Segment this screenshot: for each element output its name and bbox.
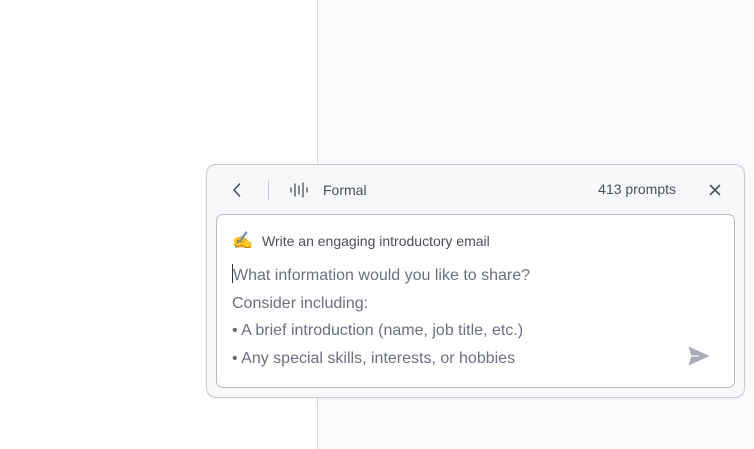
tone-label: Formal <box>323 182 367 198</box>
writing-hand-icon: ✍️ <box>232 231 254 250</box>
send-button[interactable] <box>686 343 712 369</box>
header-separator <box>268 180 269 200</box>
prompt-input-box[interactable]: ✍️ Write an engaging introductory email … <box>216 214 735 388</box>
sound-wave-icon <box>289 182 309 198</box>
panel-header: Formal 413 prompts <box>207 165 744 215</box>
prompt-title-text: Write an engaging introductory email <box>262 233 490 249</box>
prompt-title: ✍️ Write an engaging introductory email <box>232 230 490 252</box>
chevron-left-icon <box>233 183 241 197</box>
placeholder-line: • Any special skills, interests, or hobb… <box>232 350 516 368</box>
send-icon <box>688 346 710 366</box>
prompt-textarea[interactable]: What information would you like to share… <box>232 262 672 373</box>
ai-prompt-panel: Formal 413 prompts ✍️ Write an engaging … <box>206 164 745 398</box>
placeholder-line: What information would you like to share… <box>232 262 672 290</box>
close-button[interactable] <box>705 180 725 200</box>
prompt-count[interactable]: 413 prompts <box>598 181 676 197</box>
placeholder-line: • A brief introduction (name, job title,… <box>232 322 524 340</box>
placeholder-line: Consider including: <box>232 294 369 312</box>
close-icon <box>709 184 721 196</box>
back-button[interactable] <box>227 180 247 200</box>
tone-selector[interactable]: Formal <box>289 179 367 201</box>
